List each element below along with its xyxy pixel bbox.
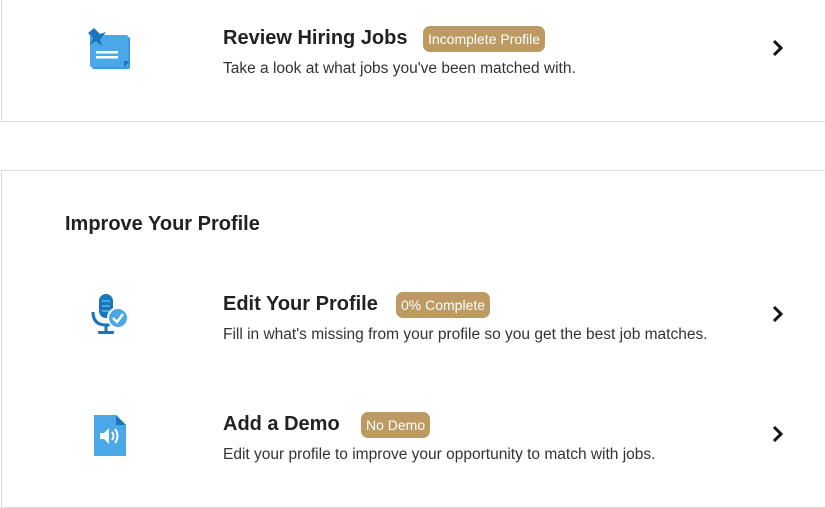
chevron-right-icon[interactable] [770,304,786,324]
profile-complete-badge: 0% Complete [396,292,491,318]
incomplete-profile-badge: Incomplete Profile [423,26,546,52]
page: Review Hiring Jobs Incomplete Profile Ta… [0,0,825,508]
chevron-right-icon[interactable] [770,38,786,58]
no-demo-badge: No Demo [361,412,431,438]
microphone-check-icon [91,294,129,334]
chevron-right-icon[interactable] [770,424,786,444]
add-demo-title: Add a Demo [223,413,340,435]
pinned-note-icon [88,28,130,69]
review-hiring-jobs-title: Review Hiring Jobs [223,27,408,49]
review-hiring-jobs-row[interactable]: Review Hiring Jobs Incomplete Profile Ta… [2,26,825,106]
edit-profile-title: Edit Your Profile [223,293,378,315]
add-demo-row[interactable]: Add a Demo No Demo Edit your profile to … [2,412,825,492]
improve-profile-card: Improve Your Profile Edit Your Profile 0… [1,170,825,508]
audio-file-icon [94,415,126,456]
add-demo-description: Edit your profile to improve your opport… [223,446,656,463]
edit-profile-description: Fill in what's missing from your profile… [223,326,708,343]
review-jobs-card: Review Hiring Jobs Incomplete Profile Ta… [1,0,825,122]
review-hiring-jobs-description: Take a look at what jobs you've been mat… [223,60,576,77]
edit-profile-row[interactable]: Edit Your Profile 0% Complete Fill in wh… [2,292,825,372]
section-title: Improve Your Profile [65,213,260,235]
